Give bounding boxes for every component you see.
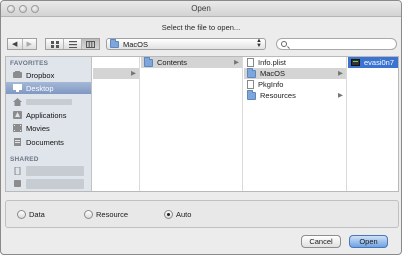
file-browser: FAVORITES Dropbox Desktop Applications M…	[5, 56, 399, 192]
list-item[interactable]: Info.plist	[244, 57, 346, 68]
list-item-label: Resources	[260, 91, 296, 100]
sidebar-item-home[interactable]	[6, 96, 91, 108]
sidebar-item-label: Applications	[26, 110, 67, 120]
list-item[interactable]: Resources ▶	[244, 89, 346, 101]
sidebar-item-desktop[interactable]: Desktop	[6, 82, 91, 94]
shared-label-redacted	[26, 179, 84, 189]
sidebar-item-applications[interactable]: Applications	[6, 109, 91, 121]
cancel-button[interactable]: Cancel	[301, 235, 341, 248]
folder-icon	[144, 56, 153, 67]
browser-column-3: Info.plist MacOS ▶ PkgInfo Resources ▶	[244, 57, 347, 191]
sidebar-item-label: Documents	[26, 137, 64, 147]
sidebar-item-dropbox[interactable]: Dropbox	[6, 69, 91, 81]
location-popup[interactable]: MacOS ▲ ▼	[106, 38, 266, 50]
movies-icon	[13, 124, 22, 132]
radio-label: Resource	[96, 210, 129, 219]
list-item-label: PkgInfo	[258, 80, 284, 89]
title-bar[interactable]: Open	[1, 1, 401, 17]
toolbar: ◀ ▶ MacOS ▲ ▼	[7, 38, 397, 52]
computer-icon	[14, 167, 21, 175]
dialog-prompt: Select the file to open...	[161, 23, 241, 32]
radio-button-icon	[84, 210, 93, 219]
document-icon	[247, 58, 254, 67]
list-item-label: MacOS	[260, 69, 286, 78]
folder-icon	[110, 38, 119, 48]
sidebar: FAVORITES Dropbox Desktop Applications M…	[6, 57, 92, 191]
open-button[interactable]: Open	[349, 235, 388, 248]
chevron-right-icon: ▶	[338, 70, 343, 77]
home-icon	[13, 98, 22, 106]
list-item[interactable]: evasi0n7	[348, 57, 398, 68]
chevron-right-icon: ▶	[131, 70, 136, 77]
chevron-right-icon[interactable]: ▶	[23, 39, 37, 49]
window-title: Open	[191, 4, 211, 13]
column-view-icon[interactable]	[82, 39, 99, 49]
list-item[interactable]: MacOS ▶	[244, 67, 346, 79]
executable-icon	[351, 59, 360, 66]
sidebar-header-shared: SHARED	[10, 156, 39, 163]
radio-data[interactable]: Data	[17, 210, 45, 219]
back-forward-control: ◀ ▶	[7, 38, 37, 50]
sidebar-item-documents[interactable]: Documents	[6, 136, 91, 148]
radio-button-selected-icon	[164, 210, 173, 219]
sidebar-item-shared-computer[interactable]	[6, 178, 91, 190]
dropbox-icon	[13, 71, 22, 78]
sidebar-item-label: Desktop	[26, 83, 54, 93]
list-item-label: Contents	[157, 58, 188, 67]
chevron-left-icon[interactable]: ◀	[8, 39, 23, 49]
file-type-options: Data Resource Auto	[5, 200, 399, 228]
home-label-redacted	[26, 99, 72, 105]
radio-auto[interactable]: Auto	[164, 210, 191, 219]
icon-view-icon[interactable]	[46, 39, 64, 49]
browser-column-4: evasi0n7	[348, 57, 398, 191]
applications-icon	[13, 111, 22, 119]
browser-column-2: Contents ▶	[141, 56, 243, 191]
radio-button-icon	[17, 210, 26, 219]
popup-arrows-icon: ▲ ▼	[256, 38, 262, 49]
location-label: MacOS	[123, 39, 149, 49]
folder-icon	[247, 89, 256, 100]
folder-icon	[247, 67, 256, 78]
chevron-right-icon: ▶	[234, 59, 239, 66]
browser-column-1: ▶	[93, 57, 140, 191]
list-item[interactable]: ▶	[93, 68, 139, 79]
open-dialog-window: Open Select the file to open... ◀ ▶ MacO…	[0, 0, 402, 255]
list-item-label: Info.plist	[258, 58, 286, 67]
sidebar-item-shared-computer[interactable]	[6, 165, 91, 177]
list-view-icon[interactable]	[64, 39, 82, 49]
view-mode-control	[45, 38, 100, 50]
sidebar-item-label: Movies	[26, 123, 50, 133]
computer-icon	[14, 180, 21, 187]
sidebar-item-label: Dropbox	[26, 70, 55, 80]
document-icon	[247, 80, 254, 89]
shared-label-redacted	[26, 166, 84, 176]
search-icon	[281, 41, 287, 47]
sidebar-item-movies[interactable]: Movies	[6, 122, 91, 134]
sidebar-header-favorites: FAVORITES	[10, 60, 49, 67]
list-item[interactable]: Contents ▶	[141, 56, 242, 68]
radio-label: Data	[29, 210, 45, 219]
radio-label: Auto	[176, 210, 192, 219]
desktop-icon	[13, 84, 22, 92]
radio-resource[interactable]: Resource	[84, 210, 128, 219]
list-item-label: evasi0n7	[364, 58, 395, 67]
chevron-right-icon: ▶	[338, 92, 343, 99]
search-input[interactable]	[276, 38, 397, 50]
list-item[interactable]: PkgInfo	[244, 79, 346, 90]
documents-icon	[14, 138, 21, 146]
